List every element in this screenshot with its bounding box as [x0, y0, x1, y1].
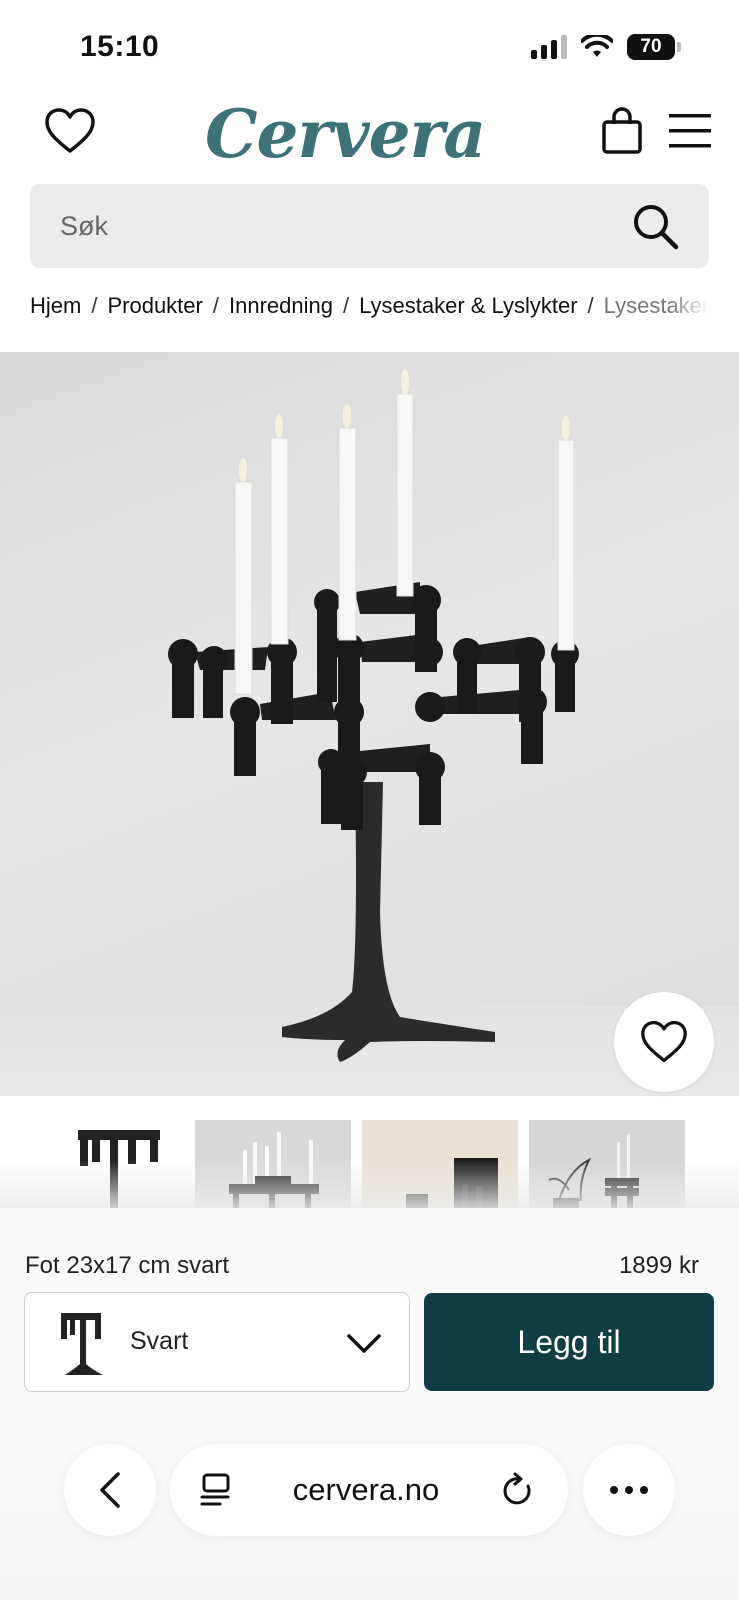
address-bar[interactable]: cervera.no [170, 1444, 568, 1536]
cellular-signal-icon [531, 35, 567, 59]
cart-button[interactable] [594, 103, 650, 159]
breadcrumb-interior[interactable]: Innredning [229, 293, 333, 318]
status-icons: 70 [531, 34, 681, 60]
product-price: 1899 kr [618, 1252, 699, 1279]
heart-icon [641, 1020, 687, 1063]
variant-thumbnail [61, 1313, 103, 1375]
chevron-down-icon [347, 1334, 381, 1353]
more-options-button[interactable] [583, 1444, 675, 1536]
menu-button[interactable] [662, 103, 718, 159]
variant-title: Fot 23x17 cm svart [25, 1252, 230, 1279]
status-time: 15:10 [80, 30, 160, 63]
shopping-bag-icon [602, 107, 642, 154]
site-logo[interactable]: Cervera [205, 95, 486, 173]
site-header: Cervera [0, 95, 739, 175]
variant-selector[interactable]: Svart [24, 1292, 410, 1392]
breadcrumb-candle-holders[interactable]: Lysestaker & Lyslykter [359, 293, 577, 318]
status-bar: 15:10 70 [0, 0, 739, 90]
browser-toolbar: cervera.no [0, 1420, 739, 1600]
add-to-cart-button[interactable]: Legg til [424, 1293, 714, 1391]
battery-level: 70 [640, 36, 662, 57]
reader-mode-icon[interactable] [200, 1473, 232, 1507]
breadcrumb: Hjem / Produkter / Innredning / Lysestaker & L… [30, 293, 709, 329]
product-image[interactable] [0, 352, 739, 1096]
wishlist-button[interactable] [42, 103, 98, 159]
variant-label: Svart [130, 1327, 189, 1355]
reload-icon[interactable] [502, 1472, 536, 1508]
wifi-icon [581, 35, 613, 57]
breadcrumb-home[interactable]: Hjem [30, 293, 81, 318]
url-text: cervera.no [292, 1472, 440, 1507]
hamburger-menu-icon [669, 114, 711, 148]
search-input[interactable] [60, 206, 600, 246]
search-bar [30, 184, 709, 268]
chevron-left-icon [100, 1472, 120, 1508]
favorite-product-button[interactable] [614, 992, 714, 1092]
candelabra-illustration [168, 369, 579, 1062]
breadcrumb-products[interactable]: Produkter [107, 293, 202, 318]
back-button[interactable] [64, 1444, 156, 1536]
search-icon[interactable] [631, 202, 681, 252]
heart-icon [45, 108, 95, 153]
battery-icon: 70 [627, 34, 681, 60]
ellipsis-icon [610, 1486, 648, 1494]
